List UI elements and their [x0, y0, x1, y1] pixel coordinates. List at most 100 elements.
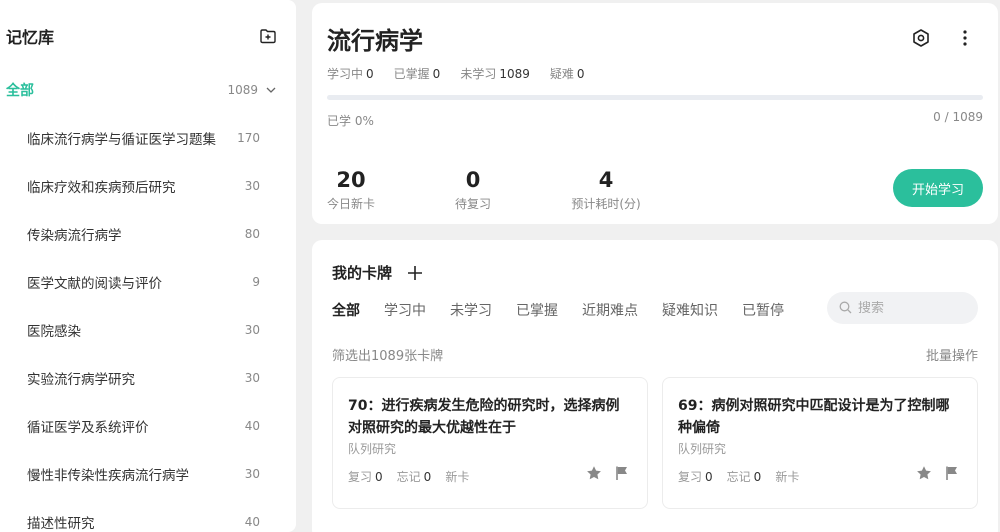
sidebar-item[interactable]: 临床疗效和疾病预后研究 30: [0, 162, 296, 210]
add-folder-icon[interactable]: [258, 26, 278, 46]
sidebar-item-count: 30: [244, 323, 260, 337]
more-vertical-icon[interactable]: [954, 27, 976, 49]
sidebar: 记忆库 全部 1089 临床流行病学与循证医学习题集 170 临床疗效和疾病预后研…: [0, 0, 296, 532]
sidebar-item-count: 9: [252, 275, 260, 289]
sidebar-all-label: 全部: [6, 83, 34, 99]
sidebar-item-label: 医院感染: [27, 324, 81, 340]
sidebar-item-label: 传染病流行病学: [27, 228, 122, 244]
card-status: 新卡: [445, 470, 470, 484]
sidebar-item[interactable]: 慢性非传染性疾病流行病学 30: [0, 450, 296, 498]
card-review-label: 复习: [678, 470, 703, 484]
stat-label: 已掌握: [393, 67, 430, 81]
stat-label: 学习中: [327, 67, 364, 81]
deck-summary-card: 流行病学 学习中 0 已掌握 0 未学习 1089 疑难 0 已学 0% 0 / 108…: [312, 3, 998, 224]
card-meta: 复习 0 忘记 0 新卡: [348, 468, 469, 485]
sidebar-item[interactable]: 传染病流行病学 80: [0, 210, 296, 258]
sidebar-item-label: 循证医学及系统评价: [27, 420, 149, 436]
chevron-down-icon[interactable]: [264, 83, 278, 97]
deck-stats: 学习中 0 已掌握 0 未学习 1089 疑难 0: [327, 65, 585, 82]
sidebar-item[interactable]: 实验流行病学研究 30: [0, 354, 296, 402]
search-box[interactable]: [827, 292, 978, 324]
stat-difficult: 疑难 0: [550, 65, 585, 82]
search-icon: [839, 299, 852, 318]
my-cards-title: 我的卡牌: [332, 264, 393, 282]
sidebar-item[interactable]: 医院感染 30: [0, 306, 296, 354]
sidebar-item-label: 临床疗效和疾病预后研究: [27, 180, 176, 196]
card-actions: [916, 465, 960, 481]
card-actions: [586, 465, 630, 481]
stat-value: 0: [576, 67, 585, 81]
progress-bar: [327, 95, 983, 100]
batch-operation-button[interactable]: 批量操作: [926, 345, 978, 364]
filter-result-text: 筛选出1089张卡牌: [332, 349, 444, 364]
metric-value: 4: [598, 168, 614, 192]
sidebar-list: 临床流行病学与循证医学习题集 170 临床疗效和疾病预后研究 30 传染病流行病学 8…: [0, 114, 296, 532]
sidebar-item-count: 30: [244, 179, 260, 193]
stat-value: 1089: [499, 67, 530, 81]
card-forget-label: 忘记: [396, 470, 421, 484]
card-tag: 队列研究: [348, 442, 397, 456]
sidebar-item-all[interactable]: 全部 1089: [6, 78, 278, 102]
tab-recent-difficult[interactable]: 近期难点: [582, 300, 638, 320]
stat-value: 0: [432, 67, 441, 81]
card-meta: 复习 0 忘记 0 新卡: [678, 468, 799, 485]
metric-new-today: 20 今日新卡: [327, 167, 375, 212]
card-forget-count: 0: [753, 470, 762, 484]
metric-label: 待复习: [454, 197, 491, 211]
stat-unlearned: 未学习 1089: [460, 65, 530, 82]
flag-icon[interactable]: [944, 465, 960, 481]
tab-difficult-knowledge[interactable]: 疑难知识: [662, 300, 718, 320]
tab-unlearned[interactable]: 未学习: [450, 300, 492, 320]
progress-count: 0 / 1089: [933, 110, 983, 124]
my-cards-header: 我的卡牌: [332, 262, 424, 283]
sidebar-item-count: 30: [244, 467, 260, 481]
sidebar-header: 记忆库: [6, 24, 278, 48]
tab-all[interactable]: 全部: [332, 300, 360, 320]
flag-icon[interactable]: [614, 465, 630, 481]
search-input[interactable]: [858, 300, 968, 316]
metric-due-review: 0 待复习: [453, 167, 493, 212]
card-question: 70：进行疾病发生危险的研究时，选择病例对照研究的最大优越性在于: [348, 398, 620, 436]
sidebar-item-label: 实验流行病学研究: [27, 372, 135, 388]
sidebar-item-label: 描述性研究: [27, 516, 95, 532]
flashcard[interactable]: 70：进行疾病发生危险的研究时，选择病例对照研究的最大优越性在于 队列研究 复习…: [332, 377, 648, 509]
my-cards-panel: 我的卡牌 全部 学习中 未学习 已掌握 近期难点 疑难知识 已暂停 筛选出108…: [312, 240, 998, 532]
stat-learning: 学习中 0: [327, 65, 374, 82]
sidebar-item[interactable]: 循证医学及系统评价 40: [0, 402, 296, 450]
card-status: 新卡: [775, 470, 800, 484]
sidebar-item-label: 慢性非传染性疾病流行病学: [27, 468, 189, 484]
flashcard[interactable]: 69：病例对照研究中匹配设计是为了控制哪种偏倚 队列研究 复习 0 忘记 0 新卡: [662, 377, 978, 509]
stat-label: 疑难: [549, 67, 574, 81]
stat-mastered: 已掌握 0: [394, 65, 441, 82]
stat-value: 0: [366, 67, 374, 81]
card-review: 复习 0: [348, 468, 383, 485]
card-tag: 队列研究: [678, 442, 727, 456]
card-review: 复习 0: [678, 468, 713, 485]
star-icon[interactable]: [916, 465, 932, 481]
add-card-icon[interactable]: [406, 264, 424, 282]
sidebar-item-label: 临床流行病学与循证医学习题集: [27, 132, 216, 148]
settings-icon[interactable]: [910, 27, 932, 49]
tab-paused[interactable]: 已暂停: [742, 300, 784, 320]
card-forget: 忘记 0: [397, 468, 432, 485]
card-question: 69：病例对照研究中匹配设计是为了控制哪种偏倚: [678, 398, 950, 436]
start-learning-button[interactable]: 开始学习: [893, 169, 983, 207]
learned-percent: 已学 0%: [327, 114, 374, 128]
card-review-count: 0: [375, 470, 383, 484]
metric-estimated-time: 4 预计耗时(分): [570, 167, 642, 212]
sidebar-item-count: 40: [244, 419, 260, 433]
sidebar-title: 记忆库: [6, 28, 55, 47]
tab-learning[interactable]: 学习中: [384, 300, 426, 320]
tab-mastered[interactable]: 已掌握: [516, 300, 558, 320]
sidebar-item[interactable]: 临床流行病学与循证医学习题集 170: [0, 114, 296, 162]
sidebar-item-count: 170: [237, 131, 260, 145]
card-review-label: 复习: [348, 470, 373, 484]
metric-label: 预计耗时(分): [571, 197, 641, 211]
star-icon[interactable]: [586, 465, 602, 481]
card-filter-tabs: 全部 学习中 未学习 已掌握 近期难点 疑难知识 已暂停: [332, 300, 784, 320]
sidebar-all-count: 1089: [227, 83, 258, 97]
sidebar-item[interactable]: 描述性研究 40: [0, 498, 296, 532]
card-review-count: 0: [705, 470, 713, 484]
sidebar-item-label: 医学文献的阅读与评价: [27, 276, 162, 292]
sidebar-item[interactable]: 医学文献的阅读与评价 9: [0, 258, 296, 306]
